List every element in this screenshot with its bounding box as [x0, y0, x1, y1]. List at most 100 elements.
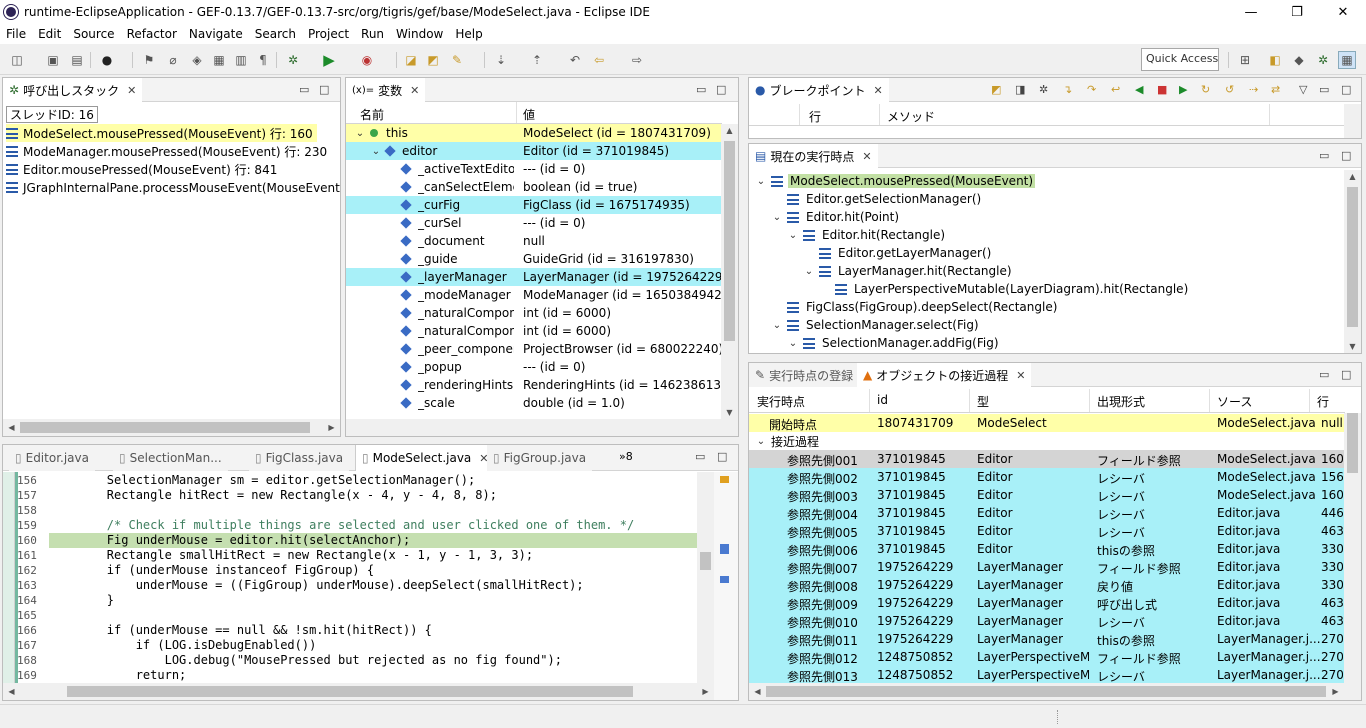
debug-perspective-icon[interactable]: ✲ [1314, 51, 1332, 69]
col-source[interactable]: ソース [1217, 393, 1252, 410]
execution-tree-item[interactable]: LayerPerspectiveMutable(LayerDiagram).hi… [819, 280, 1190, 298]
close-icon[interactable]: ✕ [1016, 369, 1025, 382]
group-row[interactable]: ⌄ 接近過程 [755, 432, 819, 450]
close-icon[interactable]: ✕ [874, 84, 883, 97]
resume-history-icon[interactable]: ▦ [210, 51, 228, 69]
col-id[interactable]: id [877, 393, 888, 407]
horizontal-scrollbar[interactable] [346, 419, 738, 436]
debug-icon[interactable]: ✲ [284, 51, 302, 69]
execution-tree-item[interactable]: ⌄ SelectionManager.select(Fig) [771, 316, 981, 334]
menu-help[interactable]: Help [449, 27, 488, 41]
col-line[interactable]: 行 [809, 108, 821, 125]
breakpoints-tab[interactable]: ● ブレークポイント ✕ [749, 78, 889, 102]
col-type[interactable]: 型 [977, 393, 989, 410]
back-step-icon[interactable]: ◀ [1135, 83, 1143, 96]
editor-tab[interactable]: ▯ Editor.java [9, 445, 95, 471]
menu-source[interactable]: Source [67, 27, 120, 41]
object-row[interactable]: 参照先側003 371019845 Editor レシーバ ModeSelect.jav… [749, 486, 1345, 504]
menu-window[interactable]: Window [390, 27, 449, 41]
remove-icon[interactable]: ◨ [1015, 83, 1025, 96]
minimize-view-icon[interactable]: ▭ [1319, 83, 1329, 96]
open-type-icon[interactable]: ◪ [402, 51, 420, 69]
stack-frame[interactable]: ModeSelect.mousePressed(MouseEvent) 行: 1… [6, 124, 317, 142]
settings-icon[interactable]: ✲ [1039, 83, 1048, 96]
execution-tree-item[interactable]: ⌄ Editor.hit(Rectangle) [787, 226, 947, 244]
prev-annotation-icon[interactable]: ⇡ [528, 51, 546, 69]
variable-row[interactable]: _modeManager ModeManager (id = 1650384942… [346, 286, 726, 304]
code-line[interactable]: SelectionManager sm = editor.getSelectio… [49, 473, 709, 488]
step-over-icon[interactable]: ↷ [1087, 83, 1096, 96]
minimize-view-icon[interactable]: ▭ [1319, 149, 1329, 162]
col-line[interactable]: 行 [1317, 393, 1329, 410]
variable-row[interactable]: _curSel --- (id = 0) [346, 214, 722, 232]
debug-target-icon[interactable]: ● [98, 51, 116, 69]
variable-row[interactable]: _document null [346, 232, 722, 250]
code-line[interactable]: if (underMouse == null && !sm.hit(hitRec… [49, 623, 709, 638]
object-row[interactable]: 参照先側002 371019845 Editor レシーバ ModeSelect.jav… [749, 468, 1345, 486]
vertical-scrollbar[interactable] [697, 472, 714, 683]
code-line[interactable]: Rectangle smallHitRect = new Rectangle(x… [49, 548, 709, 563]
variable-row[interactable]: _naturalComponent int (id = 6000) [346, 304, 722, 322]
object-row[interactable]: 開始時点 1807431709 ModeSelect ModeSelect.java n… [749, 414, 1345, 432]
chevron-down-icon[interactable]: ⌄ [755, 436, 767, 447]
code-line[interactable]: /* Check if multiple things are selected… [49, 518, 709, 533]
stack-frame[interactable]: ModeManager.mousePressed(MouseEvent) 行: … [6, 142, 327, 160]
col-method[interactable]: メソッド [887, 108, 935, 125]
toggle-breakpoint-icon[interactable]: ⚑ [140, 51, 158, 69]
object-row[interactable]: 参照先側011 1975264229 LayerManager thisの参照 Laye… [749, 630, 1345, 648]
custom-perspective-icon[interactable]: ▦ [1338, 51, 1356, 69]
maximize-view-icon[interactable]: □ [716, 83, 726, 96]
next-annotation-icon[interactable]: ⇣ [492, 51, 510, 69]
variable-row[interactable]: _guide GuideGrid (id = 316197830) [346, 250, 722, 268]
back-icon[interactable]: ⇦ [590, 51, 608, 69]
editor-tab[interactable]: ▯ ModeSelect.java ✕ [355, 445, 496, 471]
chevron-down-icon[interactable]: ⌄ [755, 176, 767, 187]
col-form[interactable]: 出現形式 [1097, 393, 1145, 410]
minimize-view-icon[interactable]: ▭ [1319, 368, 1329, 381]
external-tools-icon[interactable]: ◉ [358, 51, 376, 69]
execution-tree-item[interactable]: ⌄ LayerManager.hit(Rectangle) [803, 262, 1014, 280]
code-line[interactable]: Fig underMouse = editor.hit(selectAnchor… [49, 533, 709, 548]
maximize-view-icon[interactable]: □ [1341, 149, 1351, 162]
code-line[interactable]: if (LOG.isDebugEnabled()) [49, 638, 709, 653]
execution-tree-item[interactable]: ⌄ Editor.hit(Point) [771, 208, 901, 226]
chevron-down-icon[interactable]: ⌄ [354, 128, 366, 139]
col-name[interactable]: 名前 [360, 106, 384, 123]
vertical-scrollbar[interactable] [1344, 413, 1361, 683]
save-icon[interactable]: ▣ [44, 51, 62, 69]
object-row[interactable]: 参照先側0131248750852LayerPerspectiveM...レシー… [749, 666, 1345, 684]
pilcrow-icon[interactable]: ¶ [254, 51, 272, 69]
code-line[interactable] [49, 503, 709, 518]
variable-row[interactable]: ⌄ this ModeSelect (id = 1807431709) [346, 124, 722, 142]
variables-tab[interactable]: (x)= 変数 ✕ [346, 78, 426, 102]
save-all-icon[interactable]: ▤ [68, 51, 86, 69]
editor-tab[interactable]: ▯ FigGroup.java [487, 445, 593, 471]
execution-tree-item[interactable]: ⌄ SelectionManager.addFig(Fig) [787, 334, 1001, 352]
close-button[interactable]: ✕ [1320, 0, 1366, 24]
run-icon[interactable]: ▶ [320, 51, 338, 69]
rerun-icon[interactable]: ↻ [1201, 83, 1210, 96]
variable-row[interactable]: _activeTextEditor --- (id = 0) [346, 160, 722, 178]
open-resource-icon[interactable]: ◩ [424, 51, 442, 69]
object-row[interactable]: 参照先側008 1975264229 LayerManager 戻り値 Editor.j… [749, 576, 1345, 594]
code-line[interactable]: underMouse = ((FigGroup) underMouse).dee… [49, 578, 709, 593]
chevron-down-icon[interactable]: ⌄ [771, 212, 783, 223]
forward-icon[interactable]: ⇨ [628, 51, 646, 69]
vertical-scrollbar[interactable] [1344, 104, 1361, 138]
code-line[interactable]: } [49, 593, 709, 608]
variable-row[interactable]: _peer_component ProjectBrowser (id = 6800… [346, 340, 723, 358]
link-icon[interactable]: ⇄ [1271, 83, 1280, 96]
skip-breakpoints-icon[interactable]: ⌀ [164, 51, 182, 69]
maximize-view-icon[interactable]: □ [717, 450, 727, 463]
horizontal-scrollbar[interactable]: ◀ ▶ [3, 419, 340, 436]
editor-tab[interactable]: ▯ SelectionMan... [113, 445, 228, 471]
vertical-scrollbar[interactable]: ▲ ▼ [721, 124, 738, 419]
variable-row[interactable]: _canSelectElements boolean (id = true) [346, 178, 722, 196]
chevron-down-icon[interactable]: ⌄ [370, 146, 382, 157]
forward-step-icon[interactable]: ▶ [1179, 83, 1187, 96]
open-icon[interactable]: ◩ [991, 83, 1001, 96]
restore-button[interactable]: ❐ [1274, 0, 1320, 24]
editor-tab[interactable]: ▯ FigClass.java [249, 445, 350, 471]
execution-tree-item[interactable]: Editor.getSelectionManager() [771, 190, 983, 208]
menu-refactor[interactable]: Refactor [121, 27, 183, 41]
